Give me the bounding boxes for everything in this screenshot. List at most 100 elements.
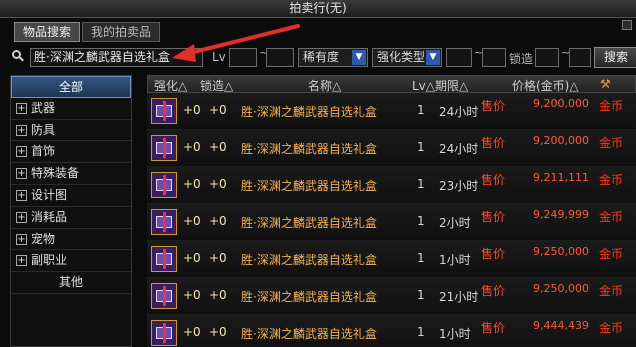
sidebar-item-label: 首饰 <box>31 144 56 159</box>
tab-my-auctions[interactable]: 我的拍卖品 <box>82 22 161 42</box>
lock-value: +0 <box>209 140 227 154</box>
sidebar-item[interactable]: + 首饰 <box>11 141 131 164</box>
sidebar-item[interactable]: + 副职业 <box>11 250 131 273</box>
gift-box-icon <box>151 320 177 346</box>
header-lock[interactable]: 锁造△ <box>200 77 233 94</box>
item-price: 9,200,000 <box>533 97 589 110</box>
category-sidebar: 全部 + 武器 + 防具 + 首饰 + 特殊装备 + 设计图 + 消耗品 + 宠物 + 副职业 其他 <box>10 75 132 347</box>
search-filters: 胜·深渊之麟武器自选礼盒 Lv ~ 稀有度 ▼ 强化类型 ▼ ~ 锁造 ~ 搜索 <box>8 46 636 70</box>
currency-label: 金币 <box>599 247 624 261</box>
table-header: 强化△ 锁造△ 名称△ Lv△期限△ 价格(金币)△ ⚒ <box>147 75 636 93</box>
item-period: 24小时 <box>439 105 479 119</box>
gift-box-icon <box>151 246 177 272</box>
item-level: 1 <box>417 140 425 154</box>
table-row[interactable]: +0 +0 胜·深渊之麟武器自选礼盒 1 21小时 售价 9,250,000 金币 <box>147 278 636 315</box>
currency-label: 金币 <box>599 173 624 187</box>
expand-plus-icon[interactable]: + <box>16 168 27 180</box>
lv-min-input[interactable] <box>229 48 257 67</box>
item-name: 胜·深渊之麟武器自选礼盒 <box>241 290 377 304</box>
gift-box-icon <box>151 283 177 309</box>
window-corner-icon[interactable] <box>622 20 632 30</box>
enhance-max-input[interactable] <box>482 48 506 67</box>
header-enhance[interactable]: 强化△ <box>154 77 187 94</box>
sidebar-item[interactable]: 全部 <box>11 76 131 98</box>
sidebar-item-label: 设计图 <box>31 187 68 202</box>
sidebar-item-label: 防具 <box>31 122 56 137</box>
sidebar-item-label: 全部 <box>58 80 83 94</box>
item-name: 胜·深渊之麟武器自选礼盒 <box>241 327 377 341</box>
item-name: 胜·深渊之麟武器自选礼盒 <box>241 216 377 230</box>
header-name[interactable]: 名称△ <box>308 77 341 94</box>
sidebar-item-label: 武器 <box>31 100 56 115</box>
results-rows: +0 +0 胜·深渊之麟武器自选礼盒 1 24小时 售价 9,200,000 金币 +0 +0 胜·… <box>147 93 636 347</box>
expand-plus-icon[interactable]: + <box>16 255 27 267</box>
item-period: 2小时 <box>439 216 471 230</box>
sidebar-item-label: 宠物 <box>31 231 56 246</box>
lock-max-input[interactable] <box>569 48 591 67</box>
item-period: 24小时 <box>439 142 479 156</box>
enhance-value: +0 <box>183 177 201 191</box>
enhance-value: +0 <box>183 140 201 154</box>
lock-value: +0 <box>209 251 227 265</box>
table-row[interactable]: +0 +0 胜·深渊之麟武器自选礼盒 1 24小时 售价 9,200,000 金币 <box>147 130 636 167</box>
enhance-value: +0 <box>183 288 201 302</box>
expand-plus-icon[interactable]: + <box>16 233 27 245</box>
gift-box-icon <box>151 135 177 161</box>
sidebar-item[interactable]: 其他 <box>11 272 131 294</box>
search-button[interactable]: 搜索 <box>594 47 636 68</box>
sale-label: 售价 <box>481 284 506 298</box>
item-level: 1 <box>417 325 425 339</box>
gift-box-icon <box>151 98 177 124</box>
table-row[interactable]: +0 +0 胜·深渊之麟武器自选礼盒 1 23小时 售价 9,211,111 金币 <box>147 167 636 204</box>
expand-plus-icon[interactable]: + <box>16 189 27 201</box>
item-level: 1 <box>417 214 425 228</box>
lock-value: +0 <box>209 214 227 228</box>
sale-label: 售价 <box>481 99 506 113</box>
sidebar-item[interactable]: + 武器 <box>11 98 131 120</box>
item-price: 9,250,000 <box>533 245 589 258</box>
chevron-down-icon: ▼ <box>352 50 366 65</box>
expand-plus-icon[interactable]: + <box>16 146 27 158</box>
lv-max-input[interactable] <box>266 48 294 67</box>
enhance-min-input[interactable] <box>446 48 472 67</box>
sidebar-item[interactable]: + 宠物 <box>11 229 131 251</box>
sidebar-item[interactable]: + 特殊装备 <box>11 163 131 185</box>
item-level: 1 <box>417 251 425 265</box>
item-price: 9,211,111 <box>533 171 589 184</box>
expand-plus-icon[interactable]: + <box>16 211 27 223</box>
table-row[interactable]: +0 +0 胜·深渊之麟武器自选礼盒 1 2小时 售价 9,249,999 金币 <box>147 204 636 241</box>
item-level: 1 <box>417 288 425 302</box>
sidebar-item-label: 特殊装备 <box>31 166 80 181</box>
sidebar-item[interactable]: + 防具 <box>11 120 131 142</box>
header-price[interactable]: 价格(金币)△ <box>512 77 579 94</box>
expand-plus-icon[interactable]: + <box>16 102 27 114</box>
enhance-type-dropdown[interactable]: 强化类型 ▼ <box>372 48 442 67</box>
sidebar-item[interactable]: + 设计图 <box>11 185 131 207</box>
expand-plus-icon[interactable]: + <box>16 124 27 136</box>
item-name: 胜·深渊之麟武器自选礼盒 <box>241 142 377 156</box>
header-lv-period[interactable]: Lv△期限△ <box>412 77 468 94</box>
table-row[interactable]: +0 +0 胜·深渊之麟武器自选礼盒 1 1小时 售价 9,444,439 金币 <box>147 315 636 347</box>
hammer-icon: ⚒ <box>600 77 611 91</box>
rarity-label: 稀有度 <box>303 50 340 64</box>
rarity-dropdown[interactable]: 稀有度 ▼ <box>298 48 368 67</box>
table-row[interactable]: +0 +0 胜·深渊之麟武器自选礼盒 1 1小时 售价 9,250,000 金币 <box>147 241 636 278</box>
item-period: 23小时 <box>439 179 479 193</box>
currency-label: 金币 <box>599 321 624 335</box>
lock-label: 锁造 <box>509 52 534 66</box>
item-name: 胜·深渊之麟武器自选礼盒 <box>241 105 377 119</box>
item-name-input[interactable]: 胜·深渊之麟武器自选礼盒 <box>30 48 203 67</box>
lock-value: +0 <box>209 103 227 117</box>
lock-min-input[interactable] <box>535 48 559 67</box>
sidebar-item[interactable]: + 消耗品 <box>11 207 131 229</box>
item-price: 9,200,000 <box>533 134 589 147</box>
enhance-value: +0 <box>183 214 201 228</box>
enhance-value: +0 <box>183 103 201 117</box>
sidebar-item-label: 副职业 <box>31 253 68 268</box>
item-level: 1 <box>417 103 425 117</box>
table-row[interactable]: +0 +0 胜·深渊之麟武器自选礼盒 1 24小时 售价 9,200,000 金币 <box>147 93 636 130</box>
window-title: 拍卖行(无) <box>0 0 636 18</box>
sale-label: 售价 <box>481 210 506 224</box>
item-period: 21小时 <box>439 290 479 304</box>
tab-item-search[interactable]: 物品搜索 <box>14 22 81 42</box>
